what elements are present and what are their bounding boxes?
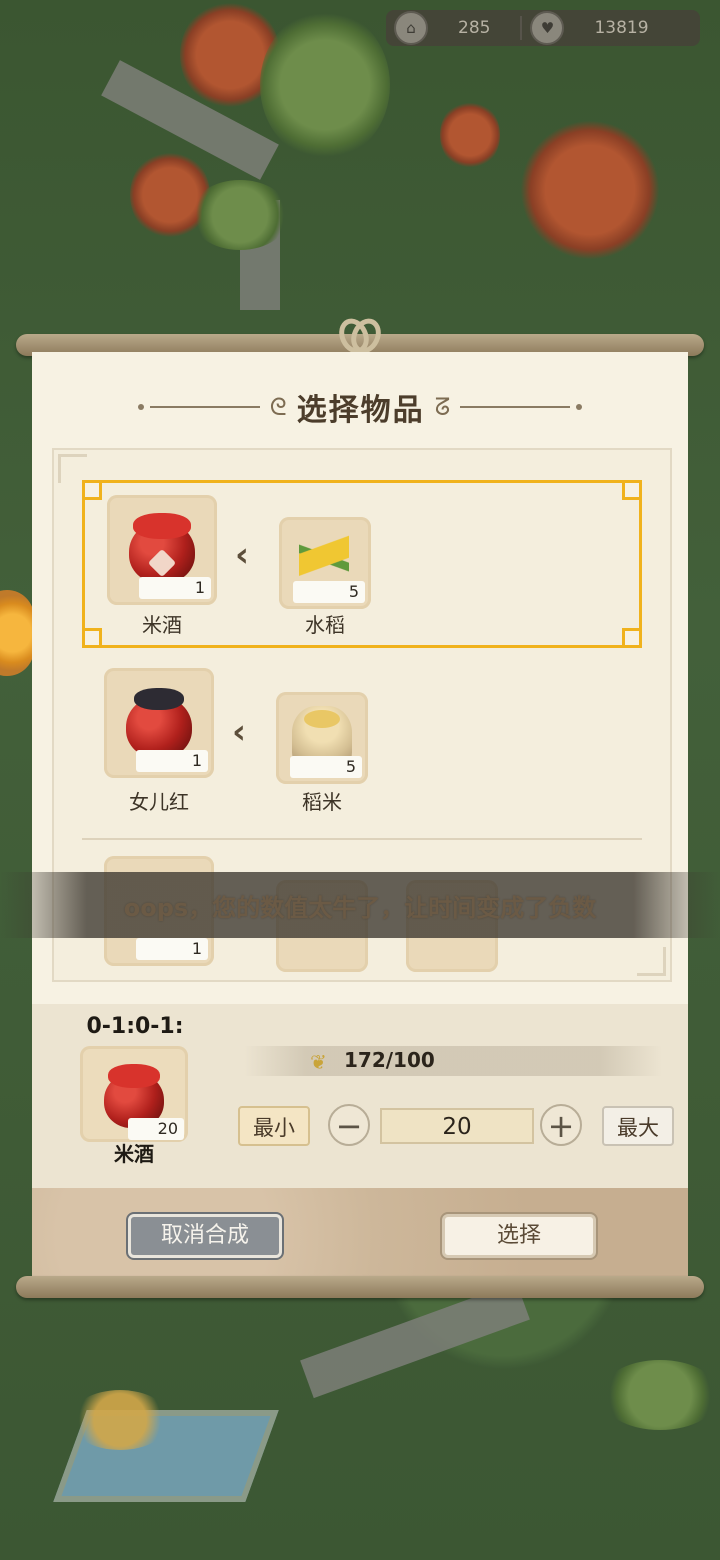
wheat-icon: ❦ xyxy=(310,1050,327,1074)
min-button[interactable]: 最小 xyxy=(238,1106,310,1146)
recipe-row-nuerhong[interactable]: 1 ‹ 5 女儿红 稻米 xyxy=(82,668,642,836)
ornament-dot xyxy=(576,404,583,410)
side-coin-icon[interactable] xyxy=(0,590,34,676)
autumn-tree xyxy=(440,100,500,170)
bush xyxy=(600,1360,720,1430)
scroll-rod-bottom xyxy=(16,1276,704,1298)
resource-bar: ⌂ 285 ♥ 13819 xyxy=(386,10,700,46)
ingredient-slot[interactable]: 5 xyxy=(276,692,368,784)
selected-item-count: 20 xyxy=(128,1118,184,1140)
swirl-right-icon: ᘔ xyxy=(434,393,451,421)
jar-lid xyxy=(108,1064,160,1088)
corner-ornament xyxy=(58,454,87,483)
product-name: 米酒 xyxy=(142,613,182,637)
ornament-dot xyxy=(137,404,144,410)
ingredient-slot[interactable]: 5 xyxy=(279,517,371,609)
max-button[interactable]: 最大 xyxy=(602,1106,674,1146)
row-divider xyxy=(82,838,642,840)
select-button[interactable]: 选择 xyxy=(442,1214,596,1258)
heart-resource[interactable]: ♥ 13819 xyxy=(522,10,649,46)
product-name: 女儿红 xyxy=(129,790,189,814)
bush xyxy=(190,180,290,250)
product-slot[interactable]: 1 xyxy=(104,668,214,778)
resource-requirement-bar xyxy=(244,1046,662,1076)
selection-corner xyxy=(82,628,102,648)
dialog-title: 选择物品 xyxy=(296,393,425,428)
product-count: 1 xyxy=(136,750,208,772)
recipe-row-rice-wine[interactable]: 1 ‹ 5 米酒 水稻 xyxy=(82,480,642,648)
product-count: 1 xyxy=(139,577,211,599)
product-slot[interactable]: 1 xyxy=(107,495,217,605)
house-resource[interactable]: ⌂ 285 xyxy=(386,10,490,46)
ingredient-name: 稻米 xyxy=(302,790,342,814)
arrow-left-icon: ‹ xyxy=(235,535,250,575)
wheat-field xyxy=(70,1390,170,1450)
stone-path xyxy=(300,1281,530,1399)
ingredient-count: 5 xyxy=(290,756,362,778)
resource-requirement-text: 172/100 xyxy=(344,1048,435,1072)
arrow-left-icon: ‹ xyxy=(232,712,247,752)
increase-button[interactable]: + xyxy=(540,1104,582,1146)
selection-corner xyxy=(622,628,642,648)
quantity-field[interactable]: 20 xyxy=(380,1108,534,1144)
cancel-craft-button[interactable]: 取消合成 xyxy=(128,1214,282,1258)
selected-item-slot: 20 xyxy=(80,1046,188,1142)
jar-lid xyxy=(133,513,191,539)
ornament-line xyxy=(460,406,571,408)
swirl-left-icon: ᘓ xyxy=(269,393,287,421)
rope-knot-icon xyxy=(333,313,387,359)
selected-item-name: 米酒 xyxy=(114,1142,154,1166)
decrease-button[interactable]: − xyxy=(328,1104,370,1146)
product-count: 1 xyxy=(136,938,208,960)
heart-icon: ♥ xyxy=(530,11,565,45)
ingredient-count: 5 xyxy=(293,581,365,603)
toast-text: oops，您的数值太牛了，让时间变成了负数 xyxy=(123,893,597,922)
jar-lid xyxy=(134,688,184,710)
house-icon: ⌂ xyxy=(394,11,428,45)
rice-grains xyxy=(304,710,340,728)
ingredient-name: 水稻 xyxy=(305,613,345,637)
selection-corner xyxy=(82,480,102,500)
selection-corner xyxy=(622,480,642,500)
heart-value: 13819 xyxy=(594,18,649,38)
green-tree xyxy=(260,10,390,160)
toast-message: oops，您的数值太牛了，让时间变成了负数 xyxy=(0,872,720,938)
autumn-tree xyxy=(520,120,660,260)
select-item-dialog: ᘓ 选择物品 ᘔ 1 ‹ 5 米酒 水稻 1 ‹ 5 女儿红 稻米 1 0-1:… xyxy=(32,352,688,1282)
ornament-line xyxy=(149,406,260,408)
house-value: 285 xyxy=(458,18,491,38)
dialog-header: ᘓ 选择物品 ᘔ xyxy=(32,382,688,432)
